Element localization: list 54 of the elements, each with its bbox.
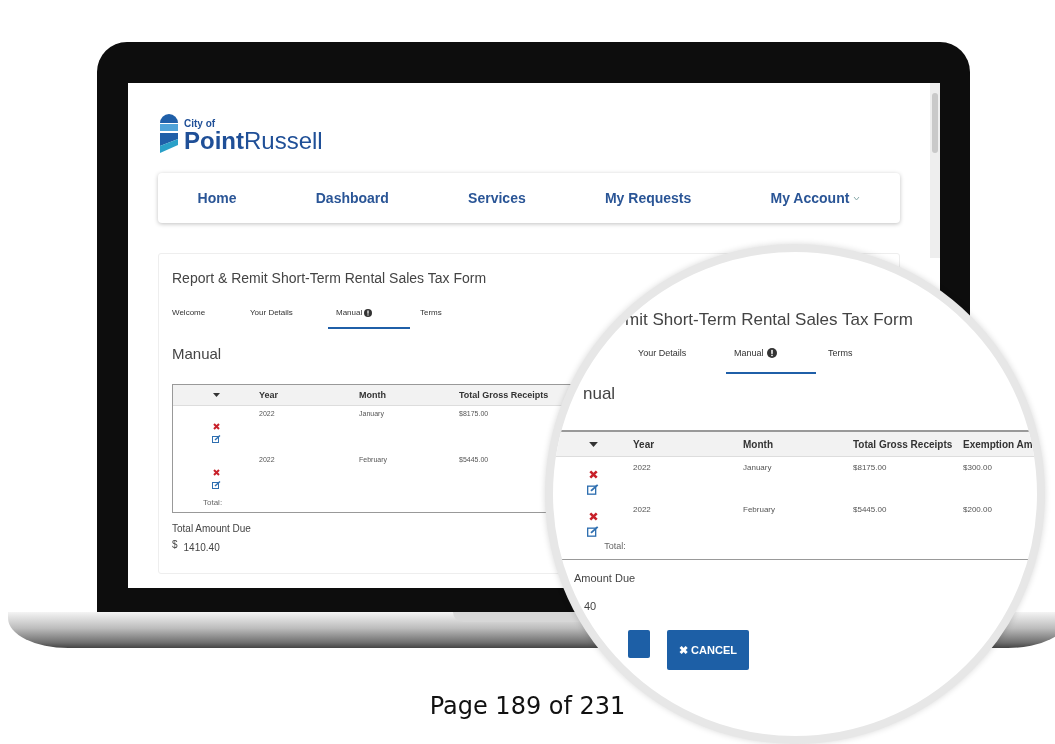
form-tab[interactable]: Your Details <box>250 304 328 329</box>
form-tab[interactable]: Manual <box>726 348 816 374</box>
chevron-down-icon <box>853 195 861 201</box>
form-tab[interactable]: Terms <box>420 304 498 329</box>
section-heading: Manual <box>172 345 222 362</box>
delete-icon[interactable] <box>212 422 220 430</box>
nav-link[interactable]: My Account <box>770 190 861 206</box>
column-header: Year <box>259 390 280 400</box>
currency-sign: $ <box>172 539 178 550</box>
total-label: Total: <box>203 498 223 509</box>
amount-value: 1410.40 <box>183 542 220 553</box>
logo-wordmark: PointRussell <box>184 129 323 153</box>
total-label: Total: <box>603 541 627 553</box>
column-header: Total Gross Receipts <box>459 390 550 400</box>
scrollbar[interactable] <box>930 83 940 258</box>
form-title: Report & Remit Short-Term Rental Sales Tax Form <box>172 270 488 286</box>
form-tab[interactable]: Welcome <box>172 304 250 329</box>
edit-icon[interactable] <box>211 480 221 489</box>
form-tab[interactable]: Manual <box>328 304 410 329</box>
table-cell-text: January <box>743 463 773 474</box>
form-tab[interactable]: Your Details <box>638 348 726 374</box>
edit-icon[interactable] <box>211 434 221 443</box>
amount-due-label: Total Amount Due <box>172 523 251 534</box>
page-number: Page 189 of 231 <box>428 692 627 720</box>
table-cell-text: February <box>743 505 776 516</box>
nav-link[interactable]: Services <box>468 190 526 206</box>
column-header: Month <box>743 438 774 450</box>
sort-caret-icon[interactable] <box>212 393 220 397</box>
column-header: Month <box>359 390 387 400</box>
table-cell-text: $8175.00 <box>853 463 888 474</box>
delete-icon[interactable] <box>588 512 598 521</box>
table-cell-text: 2022 <box>633 463 652 474</box>
section-heading: nual <box>583 384 616 404</box>
delete-icon[interactable] <box>588 470 598 479</box>
sort-caret-icon[interactable] <box>588 441 598 447</box>
column-header: Exemption Am <box>963 438 1034 450</box>
edit-icon[interactable] <box>587 526 599 537</box>
table-cell-text: $5445.00 <box>853 505 888 516</box>
form-tab[interactable]: Terms <box>828 348 916 374</box>
nav-link[interactable]: Dashboard <box>315 190 389 206</box>
logo-caption: City of <box>184 119 217 129</box>
delete-icon[interactable] <box>212 468 220 476</box>
edit-icon[interactable] <box>587 484 599 495</box>
table-cell-text: $200.00 <box>963 505 993 516</box>
table-cell-text: 2022 <box>633 505 652 516</box>
column-header: Year <box>633 438 656 450</box>
lighthouse-logo-icon <box>158 113 180 153</box>
cancel-button[interactable]: ✖ CANCEL <box>667 630 749 670</box>
nav-link[interactable]: Home <box>197 190 237 206</box>
table-cell-text: $300.00 <box>963 463 993 474</box>
nav-link[interactable]: My Requests <box>604 190 692 206</box>
amount-value: 40 <box>584 600 597 612</box>
column-header: Total Gross Receipts <box>853 438 954 450</box>
amount-due-label: Amount Due <box>574 572 636 584</box>
